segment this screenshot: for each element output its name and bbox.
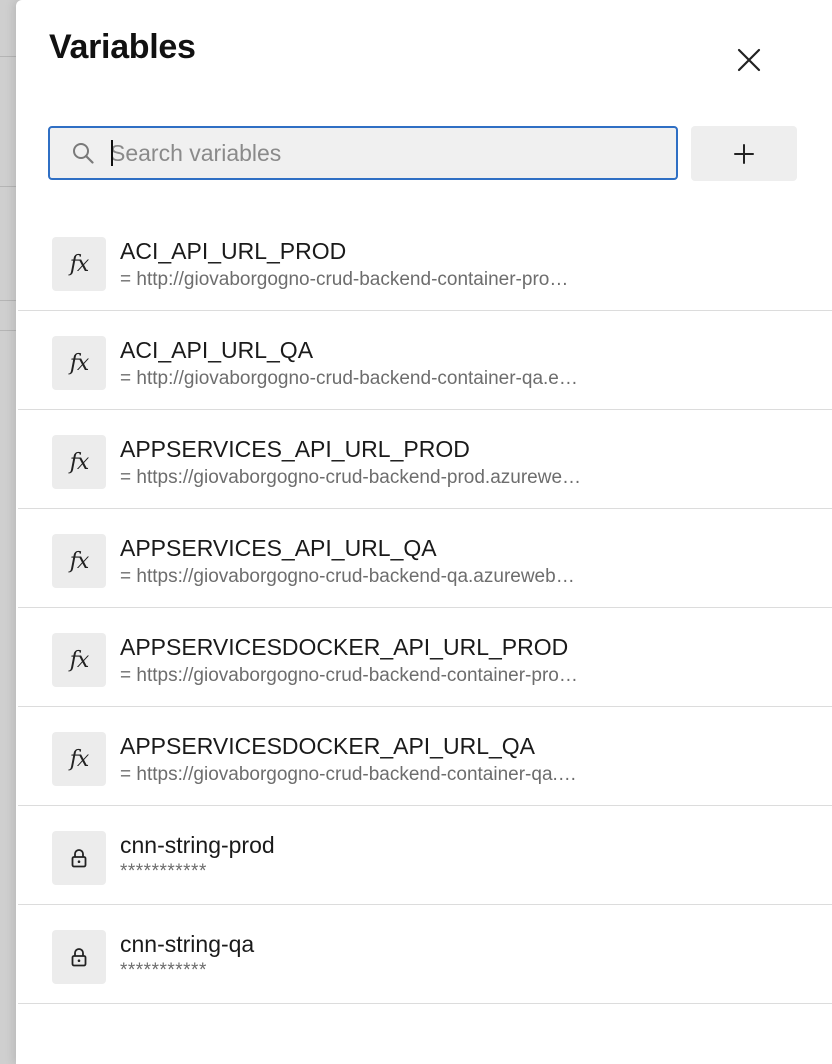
variable-value: = https://giovaborgogno-crud-backend-con… xyxy=(120,665,578,686)
variable-row[interactable]: fx APPSERVICES_API_URL_PROD = https://gi… xyxy=(18,410,832,509)
variable-value-masked: *********** xyxy=(120,960,207,981)
close-icon xyxy=(737,48,761,72)
variable-name: ACI_API_URL_PROD xyxy=(120,238,347,264)
search-input[interactable] xyxy=(110,128,666,178)
text-cursor xyxy=(111,140,113,166)
fx-icon: fx xyxy=(52,534,106,588)
lock-icon-glyph xyxy=(71,948,87,967)
variable-row[interactable]: fx APPSERVICESDOCKER_API_URL_QA = https:… xyxy=(18,707,832,806)
variable-name: ACI_API_URL_QA xyxy=(120,337,314,363)
search-icon xyxy=(73,143,94,164)
variable-row[interactable]: cnn-string-qa *********** xyxy=(18,905,832,1004)
variable-name: APPSERVICESDOCKER_API_URL_QA xyxy=(120,733,536,759)
background-divider xyxy=(0,300,16,301)
variable-name: APPSERVICES_API_URL_QA xyxy=(120,535,437,561)
variable-value: = https://giovaborgogno-crud-backend-pro… xyxy=(120,467,582,488)
variable-value-masked: *********** xyxy=(120,861,207,882)
background-divider xyxy=(0,56,16,57)
lock-icon xyxy=(52,930,106,984)
background-divider xyxy=(0,330,16,331)
fx-icon: fx xyxy=(52,633,106,687)
plus-icon xyxy=(734,143,754,164)
variables-list: fx ACI_API_URL_PROD = http://giovaborgog… xyxy=(16,212,832,1004)
fx-icon: fx xyxy=(52,237,106,291)
variable-row[interactable]: fx ACI_API_URL_QA = http://giovaborgogno… xyxy=(18,311,832,410)
background-divider xyxy=(0,186,16,187)
variable-value: = http://giovaborgogno-crud-backend-cont… xyxy=(120,368,578,389)
variable-row[interactable]: fx APPSERVICESDOCKER_API_URL_PROD = http… xyxy=(18,608,832,707)
variable-value: = https://giovaborgogno-crud-backend-qa.… xyxy=(120,566,575,587)
fx-icon: fx xyxy=(52,336,106,390)
panel-title: Variables xyxy=(49,28,196,66)
variable-name: APPSERVICES_API_URL_PROD xyxy=(120,436,470,462)
add-variable-button[interactable] xyxy=(691,126,797,181)
fx-icon: fx xyxy=(52,732,106,786)
variable-row[interactable]: cnn-string-prod *********** xyxy=(18,806,832,905)
variables-panel: Variables fx ACI_API_URL_PROD = http://g… xyxy=(16,0,832,1064)
close-button[interactable] xyxy=(729,40,769,80)
lock-icon xyxy=(52,831,106,885)
variable-name: APPSERVICESDOCKER_API_URL_PROD xyxy=(120,634,569,660)
fx-icon: fx xyxy=(52,435,106,489)
variable-value: = http://giovaborgogno-crud-backend-cont… xyxy=(120,269,569,290)
lock-icon-glyph xyxy=(71,849,87,868)
variable-value: = https://giovaborgogno-crud-backend-con… xyxy=(120,764,577,785)
variable-name: cnn-string-qa xyxy=(120,931,255,957)
variable-row[interactable]: fx ACI_API_URL_PROD = http://giovaborgog… xyxy=(18,212,832,311)
search-box[interactable] xyxy=(48,126,678,180)
variable-name: cnn-string-prod xyxy=(120,832,275,858)
variable-row[interactable]: fx APPSERVICES_API_URL_QA = https://giov… xyxy=(18,509,832,608)
